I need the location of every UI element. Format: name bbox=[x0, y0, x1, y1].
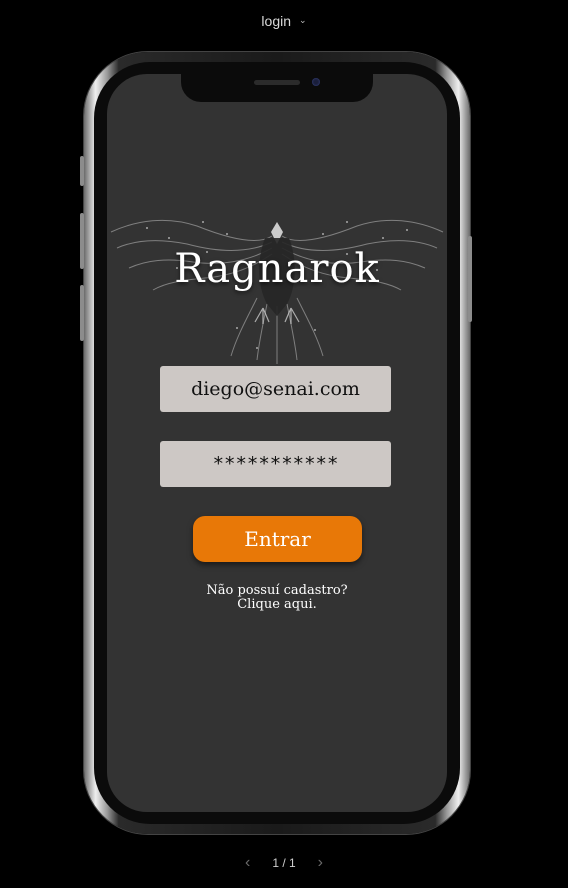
phone-notch bbox=[181, 74, 373, 102]
page-indicator: 1 / 1 bbox=[272, 856, 296, 870]
speaker-grille bbox=[254, 80, 300, 85]
email-value: diego@senai.com bbox=[191, 378, 360, 400]
login-button[interactable]: Entrar bbox=[193, 516, 362, 562]
phone-power-button bbox=[468, 236, 472, 322]
password-field[interactable]: *********** bbox=[160, 441, 391, 487]
chevron-right-icon[interactable]: › bbox=[318, 854, 323, 872]
phone-mute-switch bbox=[80, 156, 84, 186]
chevron-left-icon[interactable]: ‹ bbox=[245, 854, 250, 872]
top-bar: login ⌄ bbox=[0, 10, 568, 32]
phone-volume-up bbox=[80, 213, 84, 269]
signup-click-here[interactable]: Clique aqui. bbox=[107, 598, 447, 612]
frame-name: login bbox=[261, 13, 292, 29]
phone-screen: Ragnarok diego@senai.com *********** Ent… bbox=[107, 74, 447, 812]
frame-selector[interactable]: login ⌄ bbox=[261, 13, 306, 29]
password-value: *********** bbox=[212, 453, 339, 475]
signup-text: Não possuí cadastro? bbox=[206, 583, 348, 598]
signup-link[interactable]: Não possuí cadastro? Clique aqui. bbox=[107, 584, 447, 612]
phone-volume-down bbox=[80, 285, 84, 341]
pager: ‹ 1 / 1 › bbox=[0, 853, 568, 873]
email-field[interactable]: diego@senai.com bbox=[160, 366, 391, 412]
chevron-down-icon: ⌄ bbox=[299, 14, 307, 25]
login-button-label: Entrar bbox=[244, 527, 311, 551]
app-title: Ragnarok bbox=[174, 246, 380, 292]
camera-icon bbox=[312, 78, 320, 86]
